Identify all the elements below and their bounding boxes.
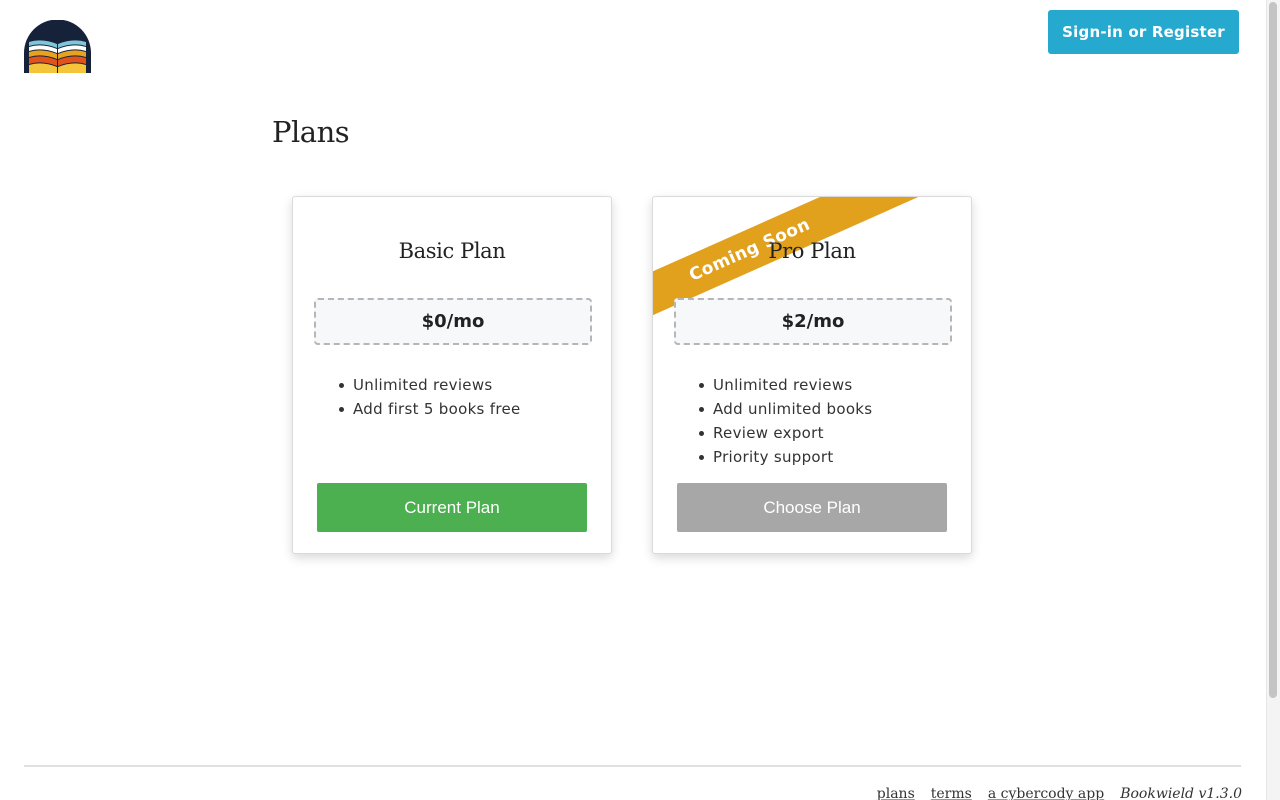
plan-name: Basic Plan [398, 239, 506, 263]
plan-price: $0/mo [314, 298, 592, 345]
feature-text: Review export [713, 424, 824, 442]
plan-price: $2/mo [674, 298, 952, 345]
feature-item: Priority support [699, 445, 872, 469]
app-version: Bookwield v1.3.0 [1120, 786, 1242, 800]
feature-text: Add first 5 books free [353, 400, 521, 418]
footer-link-credit[interactable]: a cybercody app [988, 786, 1104, 800]
bullet-icon [699, 454, 704, 460]
plan-name: Pro Plan [768, 239, 856, 263]
feature-item: Unlimited reviews [339, 373, 521, 397]
plans-page: Sign-in or Register Plans Basic Plan $0/… [0, 0, 1280, 800]
bullet-icon [339, 382, 344, 388]
bullet-icon [339, 406, 344, 412]
page-scrollbar[interactable] [1266, 0, 1280, 800]
footer-links: plans terms a cybercody app Bookwield v1… [877, 786, 1242, 800]
footer-link-terms[interactable]: terms [931, 786, 972, 800]
scrollbar-thumb[interactable] [1269, 2, 1277, 698]
feature-text: Unlimited reviews [713, 376, 853, 394]
plan-features: Unlimited reviews Add first 5 books free [339, 373, 521, 421]
book-logo-icon[interactable] [24, 20, 91, 73]
feature-text: Priority support [713, 448, 834, 466]
feature-item: Add unlimited books [699, 397, 872, 421]
feature-item: Review export [699, 421, 872, 445]
bullet-icon [699, 382, 704, 388]
feature-text: Unlimited reviews [353, 376, 493, 394]
pro-plan-card: Coming Soon Pro Plan $2/mo Unlimited rev… [652, 196, 972, 554]
signin-register-button[interactable]: Sign-in or Register [1048, 10, 1239, 54]
feature-item: Unlimited reviews [699, 373, 872, 397]
plan-features: Unlimited reviews Add unlimited books Re… [699, 373, 872, 469]
bullet-icon [699, 430, 704, 436]
footer-divider [24, 765, 1241, 767]
feature-text: Add unlimited books [713, 400, 873, 418]
page-title: Plans [272, 115, 350, 149]
basic-plan-card: Basic Plan $0/mo Unlimited reviews Add f… [292, 196, 612, 554]
current-plan-button[interactable]: Current Plan [317, 483, 587, 532]
bullet-icon [699, 406, 704, 412]
choose-plan-button[interactable]: Choose Plan [677, 483, 947, 532]
feature-item: Add first 5 books free [339, 397, 521, 421]
footer-link-plans[interactable]: plans [877, 786, 915, 800]
